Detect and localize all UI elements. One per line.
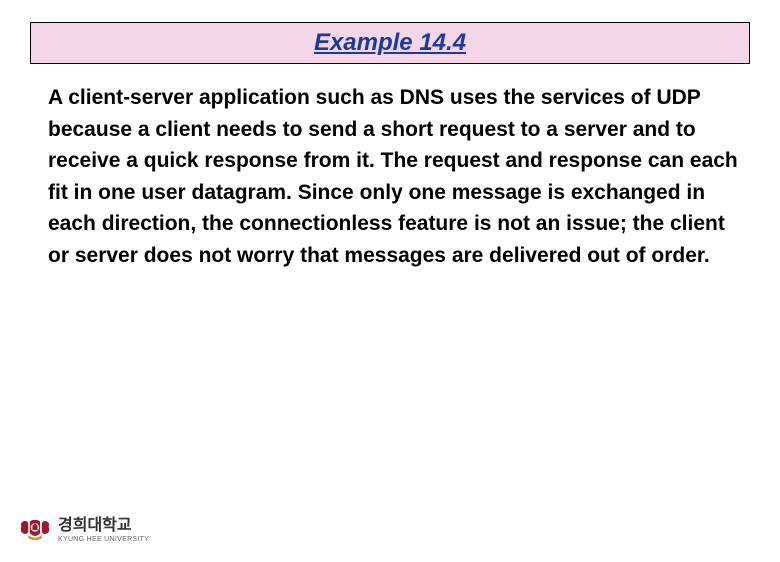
university-logo-text: 경희대학교 KYUNG HEE UNIVERSITY (58, 518, 149, 543)
university-name-korean: 경희대학교 (58, 518, 149, 534)
example-title: Example 14.4 (314, 29, 466, 56)
body-paragraph: A client-server application such as DNS … (48, 82, 740, 271)
example-header: Example 14.4 (30, 22, 750, 64)
university-name-english: KYUNG HEE UNIVERSITY (58, 536, 149, 543)
